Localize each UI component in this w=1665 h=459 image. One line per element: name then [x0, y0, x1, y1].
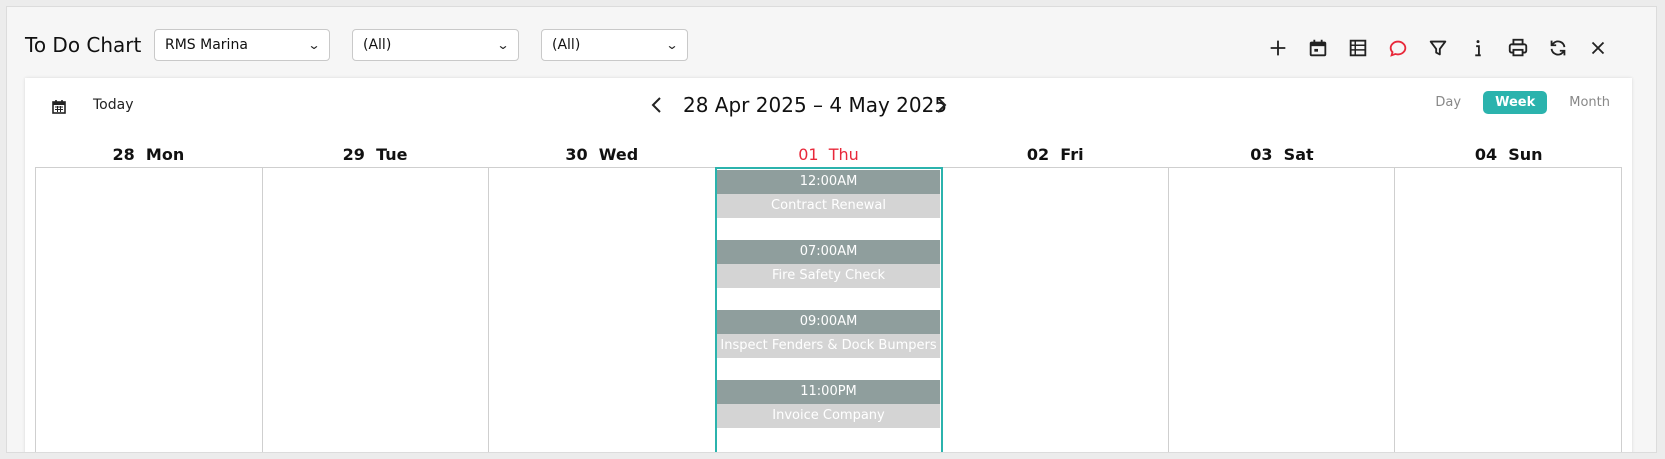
day-header-wed: 30 Wed	[565, 145, 639, 164]
todo-chart-window: To Do Chart RMS Marina ⌄ (All) ⌄ (All) ⌄	[6, 6, 1657, 453]
view-switcher: Day Week Month	[1423, 91, 1622, 114]
event-title: Invoice Company	[716, 404, 941, 428]
chevron-right-icon[interactable]	[929, 93, 953, 117]
filter-select-2[interactable]: (All) ⌄	[541, 29, 688, 61]
print-button[interactable]	[1498, 33, 1538, 63]
calendar-icon[interactable]	[51, 99, 67, 115]
comment-button[interactable]	[1378, 33, 1418, 63]
day-column-tue[interactable]	[263, 168, 490, 452]
day-column-mon[interactable]	[36, 168, 263, 452]
calendar-button[interactable]	[1298, 33, 1338, 63]
event-time: 11:00PM	[716, 380, 941, 404]
calendar-icon	[1309, 39, 1327, 57]
day-column-thu[interactable]: 12:00AM Contract Renewal 07:00AM Fire Sa…	[714, 167, 944, 452]
day-header-sun: 04 Sun	[1474, 145, 1543, 164]
event-title: Fire Safety Check	[716, 264, 941, 288]
event-time: 09:00AM	[716, 310, 941, 334]
refresh-button[interactable]	[1538, 33, 1578, 63]
chevron-down-icon: ⌄	[496, 38, 510, 52]
event-item[interactable]: 12:00AM Contract Renewal	[716, 170, 941, 218]
filter-select-1[interactable]: (All) ⌄	[352, 29, 519, 61]
week-grid: 28 Mon 29 Tue 30 Wed 01 Thu 02 Fri 03 Sa…	[35, 141, 1623, 452]
toolbar	[1258, 33, 1618, 63]
page-title: To Do Chart	[25, 33, 142, 57]
comment-icon	[1389, 40, 1407, 57]
filter-button[interactable]	[1418, 33, 1458, 63]
refresh-icon	[1550, 40, 1566, 56]
day-header-tue: 29 Tue	[342, 145, 408, 164]
day-column-sat[interactable]	[1169, 168, 1396, 452]
info-icon	[1475, 40, 1481, 57]
today-button[interactable]: Today	[93, 97, 134, 113]
list-button[interactable]	[1338, 33, 1378, 63]
event-item[interactable]: 07:00AM Fire Safety Check	[716, 240, 941, 288]
chevron-down-icon: ⌄	[665, 38, 679, 52]
chevron-left-icon[interactable]	[645, 93, 669, 117]
info-button[interactable]	[1458, 33, 1498, 63]
close-button[interactable]	[1578, 33, 1618, 63]
day-column-sun[interactable]	[1395, 168, 1623, 452]
event-item[interactable]: 11:00PM Invoice Company	[716, 380, 941, 428]
filter-select-1-value: (All)	[363, 37, 392, 53]
marina-select-value: RMS Marina	[165, 37, 248, 53]
filter-select-2-value: (All)	[552, 37, 581, 53]
day-headers: 28 Mon 29 Tue 30 Wed 01 Thu 02 Fri 03 Sa…	[35, 141, 1622, 167]
day-header-mon: 28 Mon	[112, 145, 185, 164]
plus-icon	[1270, 40, 1286, 56]
calendar-panel: Today 28 Apr 2025 – 4 May 2025 Day Week …	[25, 78, 1632, 452]
view-day-button[interactable]: Day	[1423, 91, 1473, 114]
filter-icon	[1429, 40, 1447, 56]
event-item[interactable]: 09:00AM Inspect Fenders & Dock Bumpers	[716, 310, 941, 358]
event-title: Inspect Fenders & Dock Bumpers	[716, 334, 941, 358]
marina-select[interactable]: RMS Marina ⌄	[154, 29, 330, 61]
event-time: 12:00AM	[716, 170, 941, 194]
day-column-wed[interactable]	[489, 168, 716, 452]
event-time: 07:00AM	[716, 240, 941, 264]
day-column-fri[interactable]	[942, 168, 1169, 452]
add-button[interactable]	[1258, 33, 1298, 63]
view-week-button[interactable]: Week	[1483, 91, 1548, 114]
date-range: 28 Apr 2025 – 4 May 2025	[683, 93, 948, 117]
list-icon	[1349, 39, 1367, 57]
day-header-fri: 02 Fri	[1026, 145, 1084, 164]
event-title: Contract Renewal	[716, 194, 941, 218]
print-icon	[1508, 38, 1528, 57]
day-columns: 12:00AM Contract Renewal 07:00AM Fire Sa…	[35, 167, 1623, 452]
close-icon	[1591, 41, 1605, 55]
view-month-button[interactable]: Month	[1557, 91, 1622, 114]
chevron-down-icon: ⌄	[307, 38, 321, 52]
day-header-thu: 01 Thu	[798, 145, 859, 164]
day-header-sat: 03 Sat	[1250, 145, 1314, 164]
